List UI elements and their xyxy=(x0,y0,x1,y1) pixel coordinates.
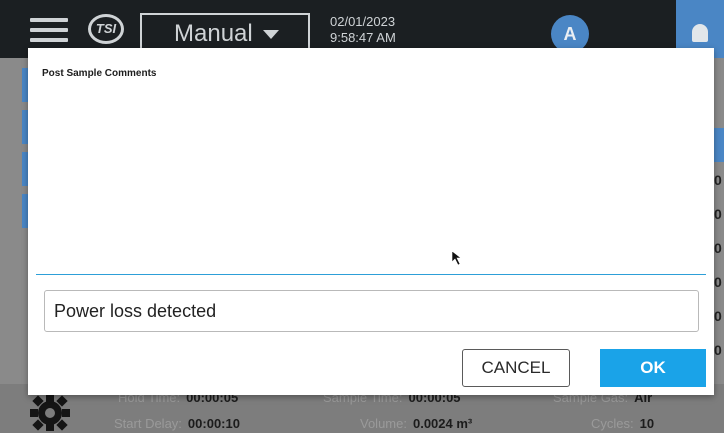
ok-button[interactable]: OK xyxy=(600,349,706,387)
comment-input[interactable] xyxy=(44,290,699,332)
table-cell-value: 0 xyxy=(714,308,722,324)
volume-info: Volume: 0.0024 m³ xyxy=(360,416,472,431)
post-sample-comments-dialog: Post Sample Comments CANCEL OK xyxy=(28,48,714,395)
menu-icon[interactable] xyxy=(30,18,68,42)
date-text: 02/01/2023 xyxy=(330,14,396,29)
cancel-button[interactable]: CANCEL xyxy=(462,349,570,387)
mode-dropdown[interactable]: Manual xyxy=(140,13,310,53)
cycles-value: 10 xyxy=(639,416,655,431)
dialog-title: Post Sample Comments xyxy=(42,68,157,79)
tsi-logo: TSI xyxy=(88,14,124,44)
table-cell-value: 0 xyxy=(714,206,722,222)
cycles-label: Cycles: xyxy=(591,416,634,431)
start-delay-label: Start Delay: xyxy=(114,416,182,431)
table-cell-value: 0 xyxy=(714,274,722,290)
volume-label: Volume: xyxy=(360,416,407,431)
start-delay-info: Start Delay: 00:00:10 xyxy=(114,416,240,431)
datetime-display: 02/01/2023 9:58:47 AM xyxy=(330,14,396,46)
chevron-down-icon xyxy=(262,30,279,40)
table-cell-value: 0 xyxy=(714,342,722,358)
table-cell-value: 0 xyxy=(714,172,722,188)
divider xyxy=(36,274,706,275)
gear-icon[interactable] xyxy=(30,395,70,431)
table-cell-value: 0 xyxy=(714,240,722,256)
mouse-pointer-icon xyxy=(451,250,462,266)
time-text: 9:58:47 AM xyxy=(330,30,396,45)
bell-icon xyxy=(692,24,708,42)
start-delay-value: 00:00:10 xyxy=(187,416,240,431)
volume-value: 0.0024 m³ xyxy=(412,416,473,431)
cycles-info: Cycles: 10 xyxy=(591,416,654,431)
mode-dropdown-label: Manual xyxy=(174,20,253,47)
